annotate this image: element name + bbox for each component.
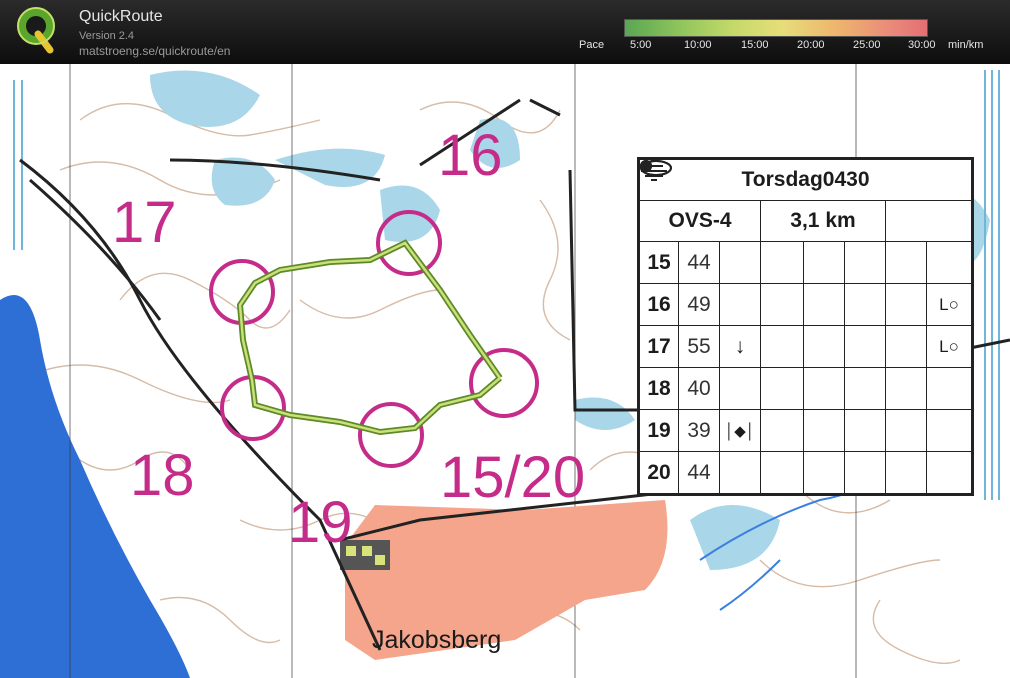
header-empty: [885, 200, 972, 242]
description-row: 15 44: [639, 160, 972, 284]
pace-unit: min/km: [948, 39, 984, 51]
course-name: OVS-4: [639, 200, 761, 242]
dot-feature-icon: [640, 160, 804, 452]
pace-tick: 10:00: [684, 39, 712, 51]
dot-feature-icon: [640, 160, 804, 326]
description-row: 18 40: [639, 160, 972, 410]
oval-feature-icon: [640, 160, 804, 494]
app-url[interactable]: matstroeng.se/quickroute/en: [79, 44, 230, 58]
direction-arrow-icon: ↓: [719, 325, 761, 368]
location-symbol: L○: [926, 325, 972, 368]
description-row: 16 49 L○: [639, 160, 972, 326]
place-label: Jakobsberg: [372, 626, 502, 654]
control-number-19: 19: [288, 490, 353, 555]
marsh-feature-icon: [641, 160, 804, 410]
orienteering-map[interactable]: 16 17 18 19 15/20 Jakobsberg Torsdag0430…: [0, 64, 1010, 678]
course-title: Torsdag0430: [639, 159, 972, 201]
control-number-18: 18: [130, 443, 195, 508]
pace-color-scale: [624, 19, 928, 37]
pace-tick: 20:00: [797, 39, 825, 51]
app-version: Version 2.4: [79, 30, 135, 42]
pace-tick: 15:00: [741, 39, 769, 51]
description-row: 19 39 │◆│: [639, 160, 972, 452]
control-number-17: 17: [112, 190, 177, 255]
description-row: 17 55 ↓ L○: [639, 160, 972, 368]
location-symbol: L○: [926, 283, 972, 326]
quickroute-logo-icon: [17, 7, 55, 54]
control-number-15-20: 15/20: [440, 445, 586, 510]
control-number-16: 16: [438, 123, 503, 188]
app-header: QuickRoute Version 2.4 matstroeng.se/qui…: [0, 0, 1010, 64]
oval-feature-icon: [640, 160, 804, 284]
description-row: 20 44: [639, 160, 972, 494]
pace-tick: 30:00: [908, 39, 936, 51]
between-features-icon: │◆│: [719, 409, 761, 452]
pace-tick: 5:00: [630, 39, 652, 51]
course-length: 3,1 km: [760, 200, 886, 242]
dot-feature-icon: [640, 160, 804, 368]
pace-label: Pace: [579, 39, 605, 51]
app-name: QuickRoute: [79, 8, 163, 25]
control-description-sheet: Torsdag0430 OVS-4 3,1 km 15 44 16 49 L○: [637, 157, 974, 496]
pace-tick: 25:00: [853, 39, 881, 51]
